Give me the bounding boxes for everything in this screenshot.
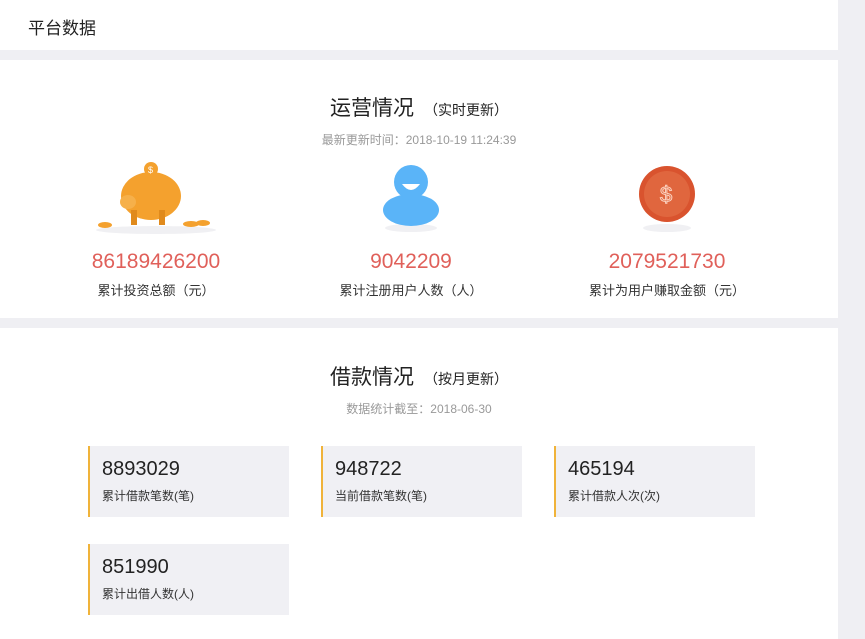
header-bar: 平台数据	[0, 0, 838, 50]
card-label: 累计出借人数(人)	[102, 587, 194, 601]
card-label: 累计借款人次(次)	[568, 489, 660, 503]
loan-card: 948722 当前借款笔数(笔)	[321, 446, 522, 517]
dollar-coin-icon: $	[542, 160, 792, 238]
loans-title: 借款情况 （按月更新）	[0, 361, 838, 391]
stat-earnings: $ 2079521730 累计为用户赚取金额（元）	[542, 160, 792, 299]
card-label: 累计借款笔数(笔)	[102, 489, 194, 503]
loans-note: （按月更新）	[424, 371, 508, 387]
stat-value: 9042209	[370, 250, 452, 273]
card-value: 8893029	[102, 458, 180, 480]
stat-users: 9042209 累计注册用户人数（人）	[286, 160, 536, 299]
card-value: 948722	[335, 458, 402, 480]
loan-card: 8893029 累计借款笔数(笔)	[88, 446, 289, 517]
stat-value: 86189426200	[91, 250, 221, 273]
operations-title-text: 运营情况	[330, 97, 414, 120]
stat-label: 累计投资总额（元）	[97, 283, 215, 298]
card-value: 465194	[568, 458, 635, 480]
stat-label: 累计注册用户人数（人）	[339, 283, 483, 298]
user-icon	[286, 160, 536, 238]
svg-text:$: $	[148, 165, 153, 175]
loan-card: 465194 累计借款人次(次)	[554, 446, 755, 517]
page-title: 平台数据	[28, 19, 96, 38]
operations-section: 运营情况 （实时更新） 最新更新时间：2018-10-19 11:24:39 $ …	[0, 60, 838, 318]
loans-section: 借款情况 （按月更新） 数据统计截至：2018-06-30 8893029 累计借款…	[0, 328, 838, 639]
operations-title: 运营情况 （实时更新）	[0, 92, 838, 122]
loans-title-text: 借款情况	[330, 366, 414, 389]
card-value: 851990	[102, 556, 169, 578]
piggy-bank-icon: $	[31, 160, 281, 238]
stat-label: 累计为用户赚取金额（元）	[588, 283, 745, 298]
stat-value: 2079521730	[608, 250, 726, 273]
svg-text:$: $	[660, 182, 672, 207]
loan-card: 851990 累计出借人数(人)	[88, 544, 289, 615]
operations-updated: 最新更新时间：2018-10-19 11:24:39	[321, 133, 517, 147]
operations-note: （实时更新）	[424, 102, 508, 118]
stat-investment: $ 86189426200 累计投资总额（元）	[31, 160, 281, 299]
card-label: 当前借款笔数(笔)	[335, 489, 427, 503]
loans-updated: 数据统计截至：2018-06-30	[346, 402, 492, 416]
